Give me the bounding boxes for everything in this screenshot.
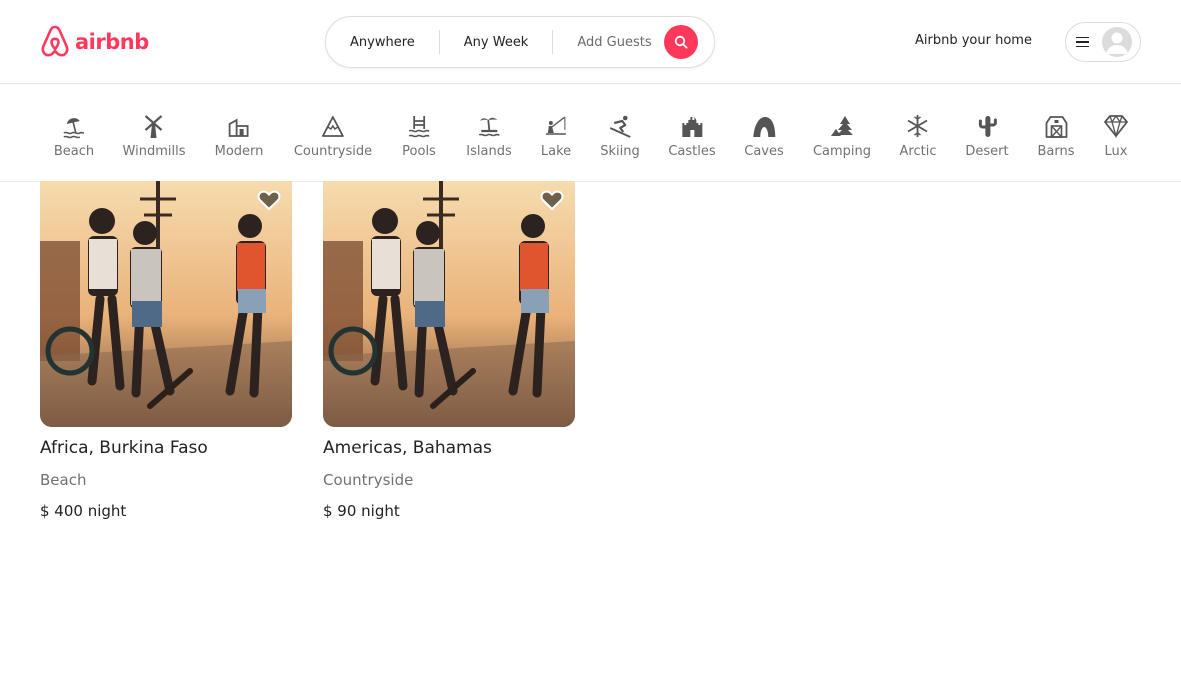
search-icon: [674, 35, 688, 49]
snowflake-icon: [908, 115, 928, 137]
listing-title: Africa, Burkina Faso: [40, 438, 208, 458]
category-label: Skiing: [600, 144, 640, 159]
barn-icon: [1045, 116, 1067, 138]
favorite-heart-icon[interactable]: [257, 189, 281, 211]
category-barns[interactable]: Barns: [1037, 112, 1075, 159]
menu-icon: [1076, 36, 1089, 48]
brand-name: airbnb: [75, 29, 149, 54]
category-modern[interactable]: Modern: [214, 112, 264, 159]
listing-card[interactable]: Americas, Bahamas Countryside $ 90 night: [323, 181, 575, 522]
airbnb-logo-icon: [41, 25, 69, 57]
category-label: Barns: [1037, 144, 1075, 159]
category-desert[interactable]: Desert: [965, 112, 1009, 159]
camping-icon: [831, 116, 853, 136]
beach-icon: [63, 118, 85, 139]
category-bar: Beach Windmills Modern Countryside Pools…: [0, 85, 1181, 182]
windmill-icon: [145, 115, 163, 138]
category-lux[interactable]: Lux: [1102, 112, 1130, 159]
category-label: Arctic: [899, 144, 937, 159]
search-guests[interactable]: Add Guests: [553, 35, 663, 50]
diamond-icon: [1104, 114, 1128, 139]
listing-title: Americas, Bahamas: [323, 438, 492, 458]
skiing-icon: [609, 115, 631, 138]
category-windmills[interactable]: Windmills: [122, 112, 186, 159]
category-label: Castles: [668, 144, 716, 159]
category-label: Windmills: [122, 144, 186, 159]
listing-card[interactable]: Africa, Burkina Faso Beach $ 400 night: [40, 181, 292, 522]
favorite-heart-icon[interactable]: [540, 189, 564, 211]
listing-category: Countryside: [323, 471, 414, 489]
category-pools[interactable]: Pools: [402, 112, 436, 159]
search-where[interactable]: Anywhere: [326, 35, 439, 50]
mountain-icon: [322, 116, 344, 137]
cave-icon: [752, 117, 775, 137]
listing-photo[interactable]: [323, 181, 575, 427]
search-bar[interactable]: Anywhere Any Week Add Guests: [325, 16, 715, 68]
cactus-icon: [978, 116, 997, 137]
category-label: Countryside: [293, 144, 373, 159]
listing-price: $ 400 night: [40, 502, 127, 520]
category-label: Pools: [402, 144, 436, 159]
category-label: Lux: [1104, 144, 1128, 159]
lake-icon: [546, 116, 566, 135]
category-lake[interactable]: Lake: [541, 112, 571, 159]
castle-icon: [681, 117, 702, 137]
category-label: Desert: [965, 144, 1009, 159]
category-arctic[interactable]: Arctic: [899, 112, 937, 159]
user-avatar-icon: [1102, 27, 1132, 57]
category-label: Islands: [466, 144, 512, 159]
pool-icon: [408, 116, 430, 138]
modern-house-icon: [229, 118, 249, 137]
category-label: Camping: [812, 144, 872, 159]
listing-photo[interactable]: [40, 181, 292, 427]
search-button[interactable]: [663, 25, 698, 59]
category-beach[interactable]: Beach: [54, 112, 94, 159]
category-islands[interactable]: Islands: [466, 112, 512, 159]
host-your-home-link[interactable]: Airbnb your home: [915, 33, 1032, 48]
category-label: Modern: [214, 144, 264, 159]
search-when[interactable]: Any Week: [440, 35, 553, 50]
category-label: Caves: [744, 144, 784, 159]
user-menu-button[interactable]: [1065, 22, 1141, 62]
island-icon: [478, 117, 500, 137]
category-castles[interactable]: Castles: [668, 112, 716, 159]
airbnb-logo[interactable]: airbnb: [40, 25, 149, 58]
category-skiing[interactable]: Skiing: [600, 112, 640, 159]
category-caves[interactable]: Caves: [744, 112, 784, 159]
category-camping[interactable]: Camping: [813, 112, 871, 159]
top-header: airbnb Anywhere Any Week Add Guests Airb…: [0, 0, 1181, 84]
category-label: Beach: [53, 144, 95, 159]
listing-category: Beach: [40, 471, 87, 489]
listing-price: $ 90 night: [323, 502, 400, 520]
category-label: Lake: [540, 144, 572, 159]
category-countryside[interactable]: Countryside: [294, 112, 372, 159]
